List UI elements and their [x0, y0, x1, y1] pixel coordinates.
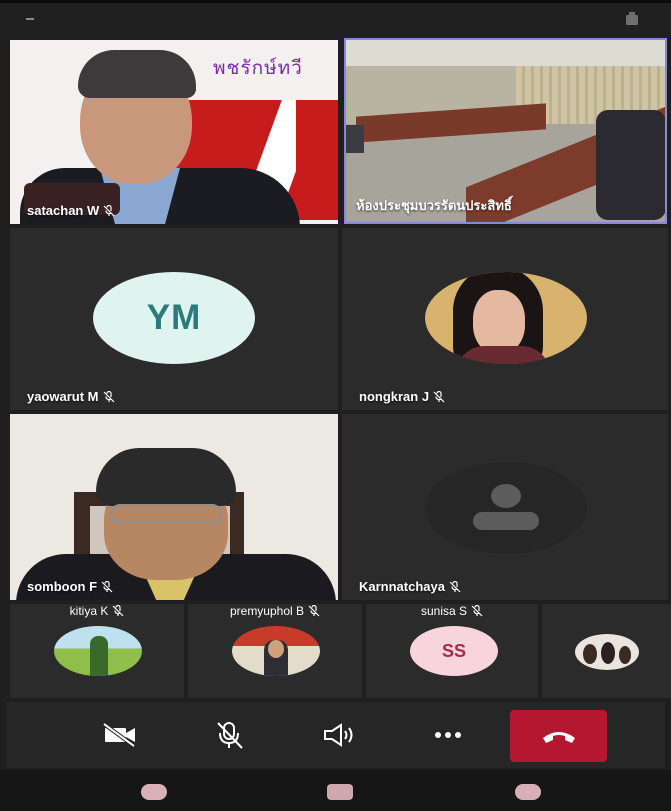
mic-off-icon: [217, 722, 243, 749]
avatar: [54, 626, 142, 676]
participant-name: nongkran J: [359, 389, 445, 404]
end-call-button[interactable]: [510, 710, 607, 762]
speaker-button[interactable]: [319, 717, 359, 753]
video-tile-karnnatchaya[interactable]: Karnnatchaya: [342, 414, 668, 600]
avatar-placeholder-icon: [425, 462, 587, 554]
participant-name: sunisa S: [366, 604, 538, 618]
nav-recent-apps-icon[interactable]: [515, 784, 541, 800]
nav-back-icon[interactable]: [141, 784, 167, 800]
top-status-bar: [0, 0, 671, 38]
avatar: [425, 272, 587, 364]
participant-name: yaowarut M: [27, 389, 115, 404]
video-tile-overflow[interactable]: [542, 604, 671, 698]
background-text: พชรักษ์ทวี: [213, 57, 303, 79]
mic-toggle-button[interactable]: [209, 717, 249, 753]
video-tile-satachan[interactable]: พชรักษ์ทวี satachan W: [10, 40, 338, 224]
participant-name: ห้องประชุมบวรรัตนประสิทธิ์: [356, 198, 512, 213]
video-tile-premyuphol[interactable]: premyuphol B: [188, 604, 362, 698]
video-tile-kitiya[interactable]: kitiya K: [10, 604, 184, 698]
call-controls-bar: [6, 702, 665, 768]
participant-name: premyuphol B: [188, 604, 362, 618]
video-tile-nongkran[interactable]: nongkran J: [342, 228, 668, 410]
video-toggle-button[interactable]: [100, 717, 140, 753]
avatar: [232, 626, 320, 676]
speaker-icon: [324, 723, 353, 747]
video-tile-yaowarut[interactable]: YM yaowarut M: [10, 228, 338, 410]
mic-off-icon: [433, 391, 445, 403]
video-tile-sunisa[interactable]: SS sunisa S: [366, 604, 538, 698]
more-icon: [435, 732, 461, 738]
mic-off-icon: [103, 205, 115, 217]
participant-name: satachan W: [27, 203, 115, 218]
minimize-icon[interactable]: [26, 18, 34, 20]
avatar: SS: [410, 626, 498, 676]
participant-name: somboon F: [27, 579, 113, 594]
mic-off-icon: [308, 605, 320, 617]
mic-off-icon: [103, 391, 114, 403]
video-off-icon: [102, 722, 136, 748]
nav-home-icon[interactable]: [327, 784, 353, 800]
camera-switch-icon[interactable]: [626, 12, 638, 25]
mic-off-icon: [101, 581, 113, 593]
mic-off-icon: [112, 605, 124, 617]
mic-off-icon: [449, 581, 461, 593]
video-tile-somboon[interactable]: somboon F: [10, 414, 338, 600]
system-nav-bar: [0, 770, 671, 811]
participant-name: kitiya K: [10, 604, 184, 618]
mic-off-icon: [471, 605, 483, 617]
participant-name: Karnnatchaya: [359, 579, 461, 594]
more-options-button[interactable]: [428, 717, 468, 753]
end-call-icon: [542, 732, 575, 743]
avatar: YM: [93, 272, 255, 364]
avatar: [575, 634, 639, 670]
video-tile-meeting-room[interactable]: ห้องประชุมบวรรัตนประสิทธิ์: [344, 38, 667, 224]
